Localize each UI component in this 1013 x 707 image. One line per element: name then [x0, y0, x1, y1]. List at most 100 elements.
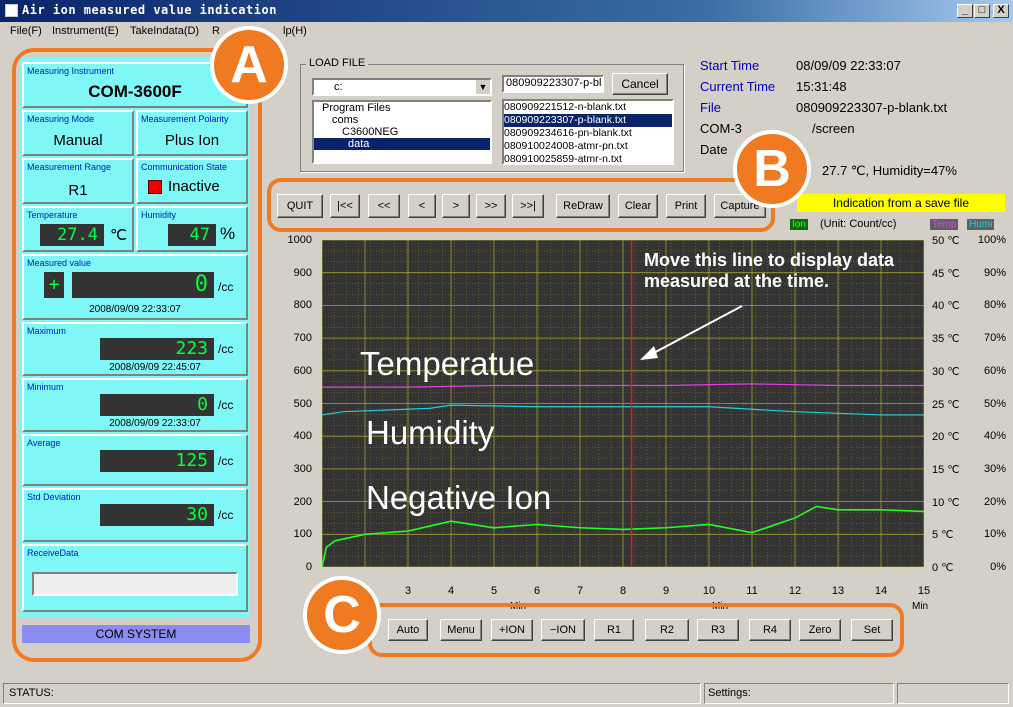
file-list[interactable]: 080909221512-n-blank.txt 080909223307-p-…: [502, 99, 674, 165]
status-bar: STATUS: Settings:: [0, 681, 1013, 707]
file-item-selected[interactable]: 080909223307-p-blank.txt: [504, 114, 672, 127]
y-tick-label: 800: [293, 299, 312, 312]
y-tick-label: 500: [293, 397, 312, 410]
legend-temp: Temp: [930, 219, 959, 230]
humi-tick-label: 60%: [983, 364, 1006, 377]
menu-takeindata[interactable]: TakeIndata(D): [130, 25, 199, 37]
region-b-outline: [267, 178, 775, 232]
humi-tick-label: 10%: [983, 528, 1006, 541]
temp-tick-label: 50 ℃: [932, 235, 960, 247]
x-tick-label: 7: [576, 585, 584, 597]
arrow-icon: [640, 305, 743, 360]
cancel-button[interactable]: Cancel: [612, 73, 668, 95]
file-label: File: [700, 100, 721, 115]
temp-tick-label: 20 ℃: [932, 431, 960, 444]
negative-ion-annotation: Negative Ion: [366, 479, 552, 516]
temp-tick-label: 35 ℃: [932, 333, 960, 346]
y-tick-label: 900: [293, 266, 312, 279]
temp-tick-label: 30 ℃: [932, 365, 960, 378]
x-tick-label: 10: [702, 585, 716, 597]
x-tick-label: 12: [788, 585, 802, 597]
window-title: Air ion measured value indication: [22, 3, 277, 17]
menu-file[interactable]: File(F): [10, 25, 42, 37]
humi-tick-label: 80%: [983, 299, 1006, 312]
y-tick-label: 600: [293, 364, 312, 377]
legend-humi: Humi: [967, 219, 995, 230]
x-tick-label: 5: [490, 585, 498, 597]
label-a-badge: A: [210, 26, 288, 104]
y-tick-label: 700: [293, 332, 312, 345]
humi-tick-label: 90%: [983, 266, 1006, 279]
legend-ion: Ion: [790, 219, 808, 230]
settings-text: Settings:: [704, 683, 894, 704]
y-tick-label: 0: [305, 561, 312, 573]
file-item[interactable]: 080909234616-pn-blank.txt: [504, 127, 672, 140]
date-label: Date: [700, 142, 728, 157]
humi-tick-label: 100%: [977, 234, 1006, 246]
drive-value: c:: [334, 81, 343, 93]
folder-item[interactable]: coms: [314, 114, 490, 126]
folder-list[interactable]: Program Files coms C3600NEG data: [312, 100, 492, 164]
y-tick-label: 300: [293, 462, 312, 475]
move-line-annotation: Move this line to display data measured …: [644, 250, 895, 291]
com-label: COM-3: [700, 121, 742, 136]
temp-tick-label: 40 ℃: [932, 300, 960, 313]
y-tick-label: 100: [293, 528, 312, 541]
folder-item[interactable]: C3600NEG: [314, 126, 490, 138]
x-tick-label: 3: [404, 585, 412, 597]
y-tick-label: 1000: [287, 234, 312, 246]
minimize-button[interactable]: _: [957, 4, 973, 18]
maximize-button[interactable]: □: [974, 4, 990, 18]
file-item[interactable]: 080910024008-atmr-pn.txt: [504, 140, 672, 153]
humi-tick-label: 20%: [983, 495, 1006, 508]
title-bar: Air ion measured value indication _ □ X: [0, 0, 1013, 22]
menu-help[interactable]: lp(H): [283, 25, 307, 37]
humi-tick-label: 70%: [983, 332, 1006, 345]
app-icon: [5, 4, 18, 17]
legend-unit: (Unit: Count/cc): [820, 218, 897, 230]
current-time-label: Current Time: [700, 79, 776, 94]
temperature-annotation: Temperatue: [360, 345, 535, 382]
temp-tick-label: 10 ℃: [932, 496, 960, 509]
temp-tick-label: 25 ℃: [932, 398, 960, 411]
x-tick-label: 4: [447, 585, 455, 597]
temp-tick-label: 15 ℃: [932, 463, 960, 476]
start-time-label: Start Time: [700, 58, 760, 73]
humi-tick-label: 50%: [983, 397, 1006, 410]
start-time-value: 08/09/09 22:33:07: [796, 58, 901, 73]
menu-instrument[interactable]: Instrument(E): [52, 25, 119, 37]
region-c-outline: [368, 603, 904, 657]
menu-bar: File(F) Instrument(E) TakeIndata(D) R lp…: [0, 22, 1013, 42]
file-item[interactable]: 080909221512-n-blank.txt: [504, 101, 672, 114]
folder-item-selected[interactable]: data: [314, 138, 490, 150]
region-a-outline: [12, 48, 262, 662]
x-tick-label: 14: [874, 585, 888, 597]
status-panel-empty: [897, 683, 1009, 704]
x-tick-label: 11: [746, 585, 758, 597]
save-file-banner: Indication from a save file: [797, 194, 1005, 212]
filename-field[interactable]: 080909223307-p-bla: [502, 75, 604, 93]
x-unit-label: Min: [912, 601, 929, 612]
temp-humidity-readout: 27.7 ℃, Humidity=47%: [822, 163, 957, 178]
x-tick-label: 6: [533, 585, 541, 597]
chevron-down-icon[interactable]: ▼: [476, 80, 490, 94]
humi-tick-label: 30%: [983, 462, 1006, 475]
menu-r[interactable]: R: [212, 25, 220, 37]
drive-select[interactable]: c: ▼: [312, 78, 492, 96]
com-value: /screen: [812, 121, 855, 136]
folder-item[interactable]: Program Files: [314, 102, 490, 114]
load-file-legend: LOAD FILE: [306, 57, 369, 69]
humi-tick-label: 0%: [990, 561, 1006, 573]
humi-tick-label: 40%: [983, 430, 1006, 443]
x-tick-label: 8: [619, 585, 627, 597]
humidity-annotation: Humidity: [366, 414, 495, 451]
temp-tick-label: 45 ℃: [932, 267, 960, 280]
close-button[interactable]: X: [993, 4, 1009, 18]
x-tick-label: 13: [831, 585, 845, 597]
temp-tick-label: 0 ℃: [932, 562, 954, 574]
current-time-value: 15:31:48: [796, 79, 847, 94]
file-value: 080909223307-p-blank.txt: [796, 100, 948, 115]
label-c-badge: C: [303, 576, 381, 654]
label-b-badge: B: [733, 130, 811, 208]
file-item[interactable]: 080910025859-atmr-n.txt: [504, 153, 672, 166]
